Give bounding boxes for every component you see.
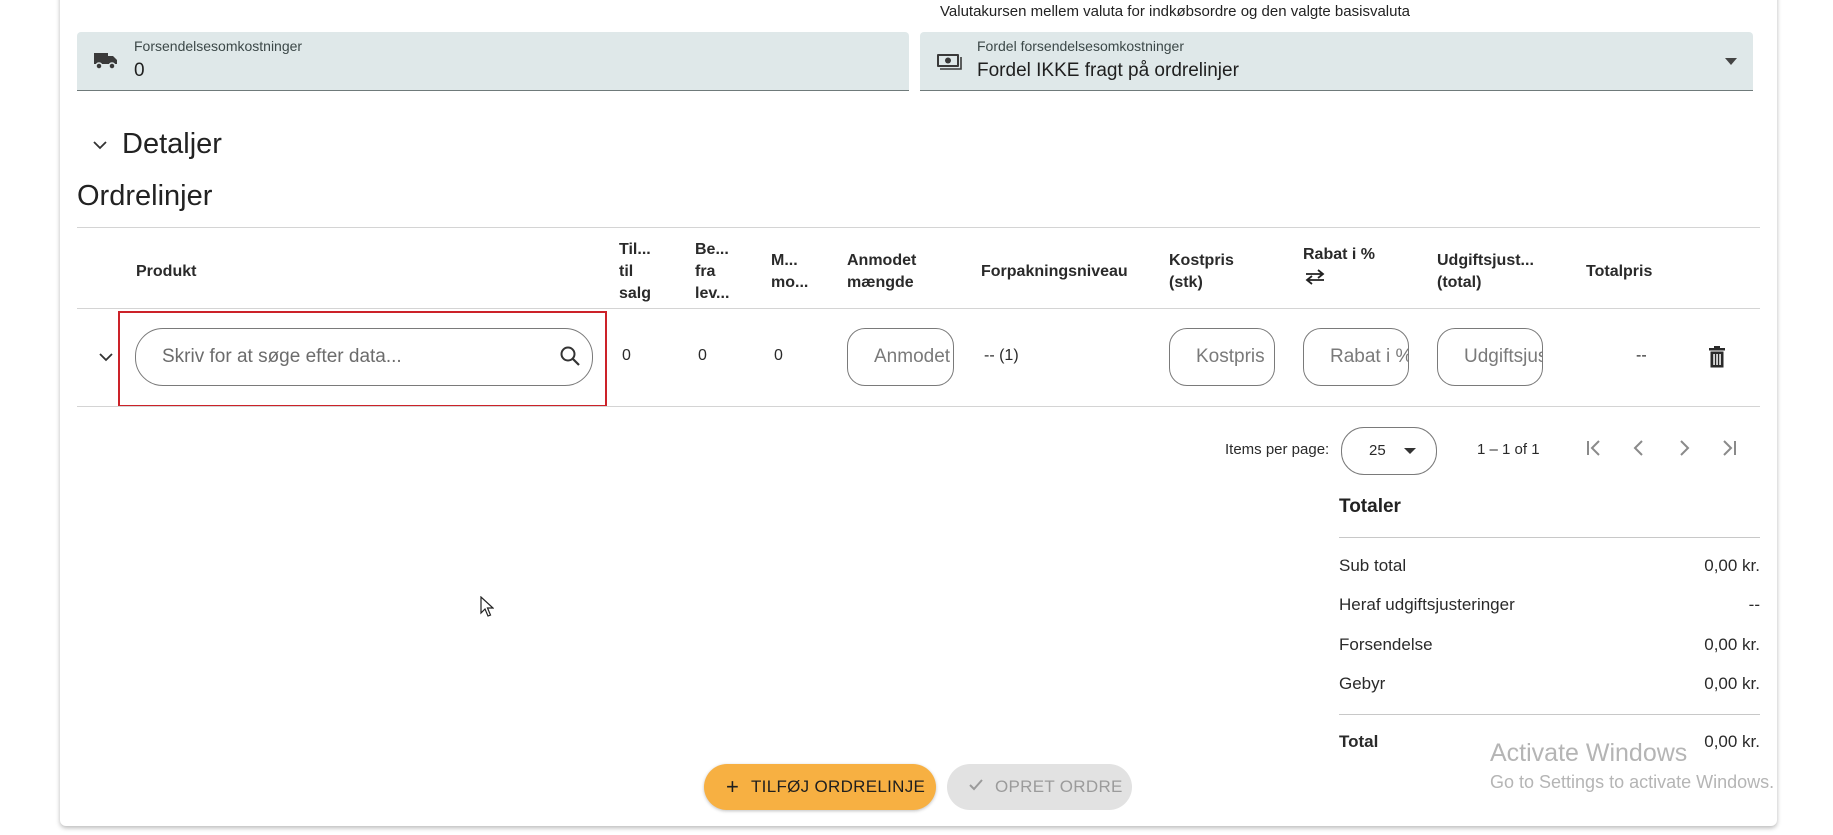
col-available-line1: Til...: [619, 241, 651, 258]
row-divider: [77, 406, 1760, 407]
col-expense-adjustment[interactable]: Udgiftsjust... (total): [1437, 250, 1534, 294]
truck-icon: [94, 53, 117, 70]
dropdown-arrow-icon: [1404, 448, 1416, 454]
received-value: 0: [774, 347, 783, 364]
last-page-icon[interactable]: [1717, 436, 1741, 460]
first-page-icon[interactable]: [1582, 436, 1606, 460]
col-requested-line2: mængde: [847, 274, 914, 291]
shipping-distribution-label: Fordel forsendelsesomkostninger: [977, 38, 1184, 54]
purchase-order-card: [60, 0, 1777, 826]
col-product[interactable]: Produkt: [136, 261, 196, 283]
items-per-page-label: Items per page:: [1225, 441, 1330, 458]
requested-quantity-placeholder: Anmodet mængde: [874, 346, 953, 367]
chevron-down-icon[interactable]: [98, 352, 114, 362]
shipping-label: Forsendelse: [1339, 635, 1433, 654]
dropdown-arrow-icon: [1725, 58, 1737, 65]
add-order-line-label: TILFØJ ORDRELINJE: [751, 777, 926, 796]
col-cost[interactable]: Kostpris (stk): [1169, 250, 1234, 294]
shipping-cost-field[interactable]: Forsendelsesomkostninger 0: [77, 32, 909, 91]
col-cost-line1: Kostpris: [1169, 252, 1234, 269]
col-available[interactable]: Til... til salg: [619, 239, 651, 305]
col-expense-line1: Udgiftsjust...: [1437, 252, 1534, 269]
expense-value: --: [1748, 595, 1760, 614]
shipping-distribution-value: Fordel IKKE fragt på ordrelinjer: [977, 60, 1239, 81]
items-per-page-value: 25: [1369, 442, 1386, 459]
col-expense-line2: (total): [1437, 274, 1482, 291]
check-icon: [969, 779, 983, 791]
items-per-page-select[interactable]: 25: [1341, 427, 1437, 475]
shipping-value: 0,00 kr.: [1704, 635, 1760, 654]
col-received[interactable]: M... mo...: [771, 250, 808, 294]
delete-icon[interactable]: [1708, 346, 1726, 368]
expense-adjustment-input[interactable]: Udgiftsjustering: [1437, 328, 1543, 386]
order-lines-divider: [77, 227, 1760, 228]
fee-label: Gebyr: [1339, 674, 1386, 693]
create-order-label: OPRET ORDRE: [995, 777, 1123, 796]
swap-arrows-icon[interactable]: [1303, 268, 1327, 286]
chevron-down-icon[interactable]: [92, 140, 108, 150]
total-value: 0,00 kr.: [1704, 732, 1760, 751]
cash-icon: [937, 54, 962, 70]
order-lines-title: Ordrelinjer: [77, 180, 213, 212]
mouse-cursor-icon: [480, 596, 494, 617]
cost-price-placeholder: Kostpris: [1196, 346, 1265, 367]
col-ordered-line3: lev...: [695, 285, 730, 302]
col-ordered-line2: fra: [695, 263, 716, 280]
col-ordered[interactable]: Be... fra lev...: [695, 239, 729, 305]
requested-quantity-input[interactable]: Anmodet mængde: [847, 328, 954, 386]
plus-icon: +: [726, 774, 739, 799]
subtotal-value: 0,00 kr.: [1704, 556, 1760, 575]
col-requested-line1: Anmodet: [847, 252, 917, 269]
col-received-line1: M...: [771, 252, 798, 269]
details-section-title[interactable]: Detaljer: [122, 128, 222, 161]
col-discount-label: Rabat i %: [1303, 246, 1376, 263]
subtotal-label: Sub total: [1339, 556, 1407, 575]
totals-divider-bottom: [1339, 714, 1760, 715]
fee-value: 0,00 kr.: [1704, 674, 1760, 693]
available-value: 0: [622, 347, 631, 364]
col-packaging[interactable]: Forpakningsniveau: [981, 261, 1128, 283]
expense-adjustment-placeholder: Udgiftsjustering: [1464, 346, 1542, 367]
col-discount[interactable]: Rabat i %: [1303, 244, 1375, 286]
shipping-distribution-select[interactable]: Fordel forsendelsesomkostninger Fordel I…: [920, 32, 1753, 91]
total-label: Total: [1339, 732, 1379, 751]
focus-highlight-box: [118, 311, 607, 407]
create-order-button[interactable]: OPRET ORDRE: [947, 764, 1132, 810]
packaging-value: -- (1): [984, 347, 1019, 364]
cost-price-input[interactable]: Kostpris: [1169, 328, 1275, 386]
header-divider: [77, 308, 1760, 309]
previous-page-icon[interactable]: [1627, 436, 1651, 460]
col-available-line3: salg: [619, 285, 652, 302]
next-page-icon[interactable]: [1672, 436, 1696, 460]
totals-divider-top: [1339, 537, 1760, 538]
col-available-line2: til: [619, 263, 634, 280]
shipping-cost-value: 0: [134, 60, 145, 81]
ordered-value: 0: [698, 347, 707, 364]
col-received-line2: mo...: [771, 274, 809, 291]
activation-watermark-title: Activate Windows: [1490, 739, 1688, 767]
expense-label: Heraf udgiftsjusteringer: [1339, 595, 1515, 614]
row-total-value: --: [1636, 347, 1647, 364]
discount-input[interactable]: Rabat i %: [1303, 328, 1409, 386]
col-ordered-line1: Be...: [695, 241, 729, 258]
col-requested[interactable]: Anmodet mængde: [847, 250, 916, 294]
col-total[interactable]: Totalpris: [1586, 261, 1652, 283]
activation-watermark-subtitle: Go to Settings to activate Windows.: [1490, 772, 1775, 792]
pagination-range: 1 – 1 of 1: [1477, 441, 1540, 458]
discount-placeholder: Rabat i %: [1330, 346, 1409, 367]
shipping-cost-label: Forsendelsesomkostninger: [134, 38, 303, 54]
col-cost-line2: (stk): [1169, 274, 1203, 291]
add-order-line-button[interactable]: + TILFØJ ORDRELINJE: [704, 764, 936, 810]
exchange-rate-hint: Valutakursen mellem valuta for indkøbsor…: [940, 3, 1410, 20]
totals-title: Totaler: [1339, 496, 1401, 517]
